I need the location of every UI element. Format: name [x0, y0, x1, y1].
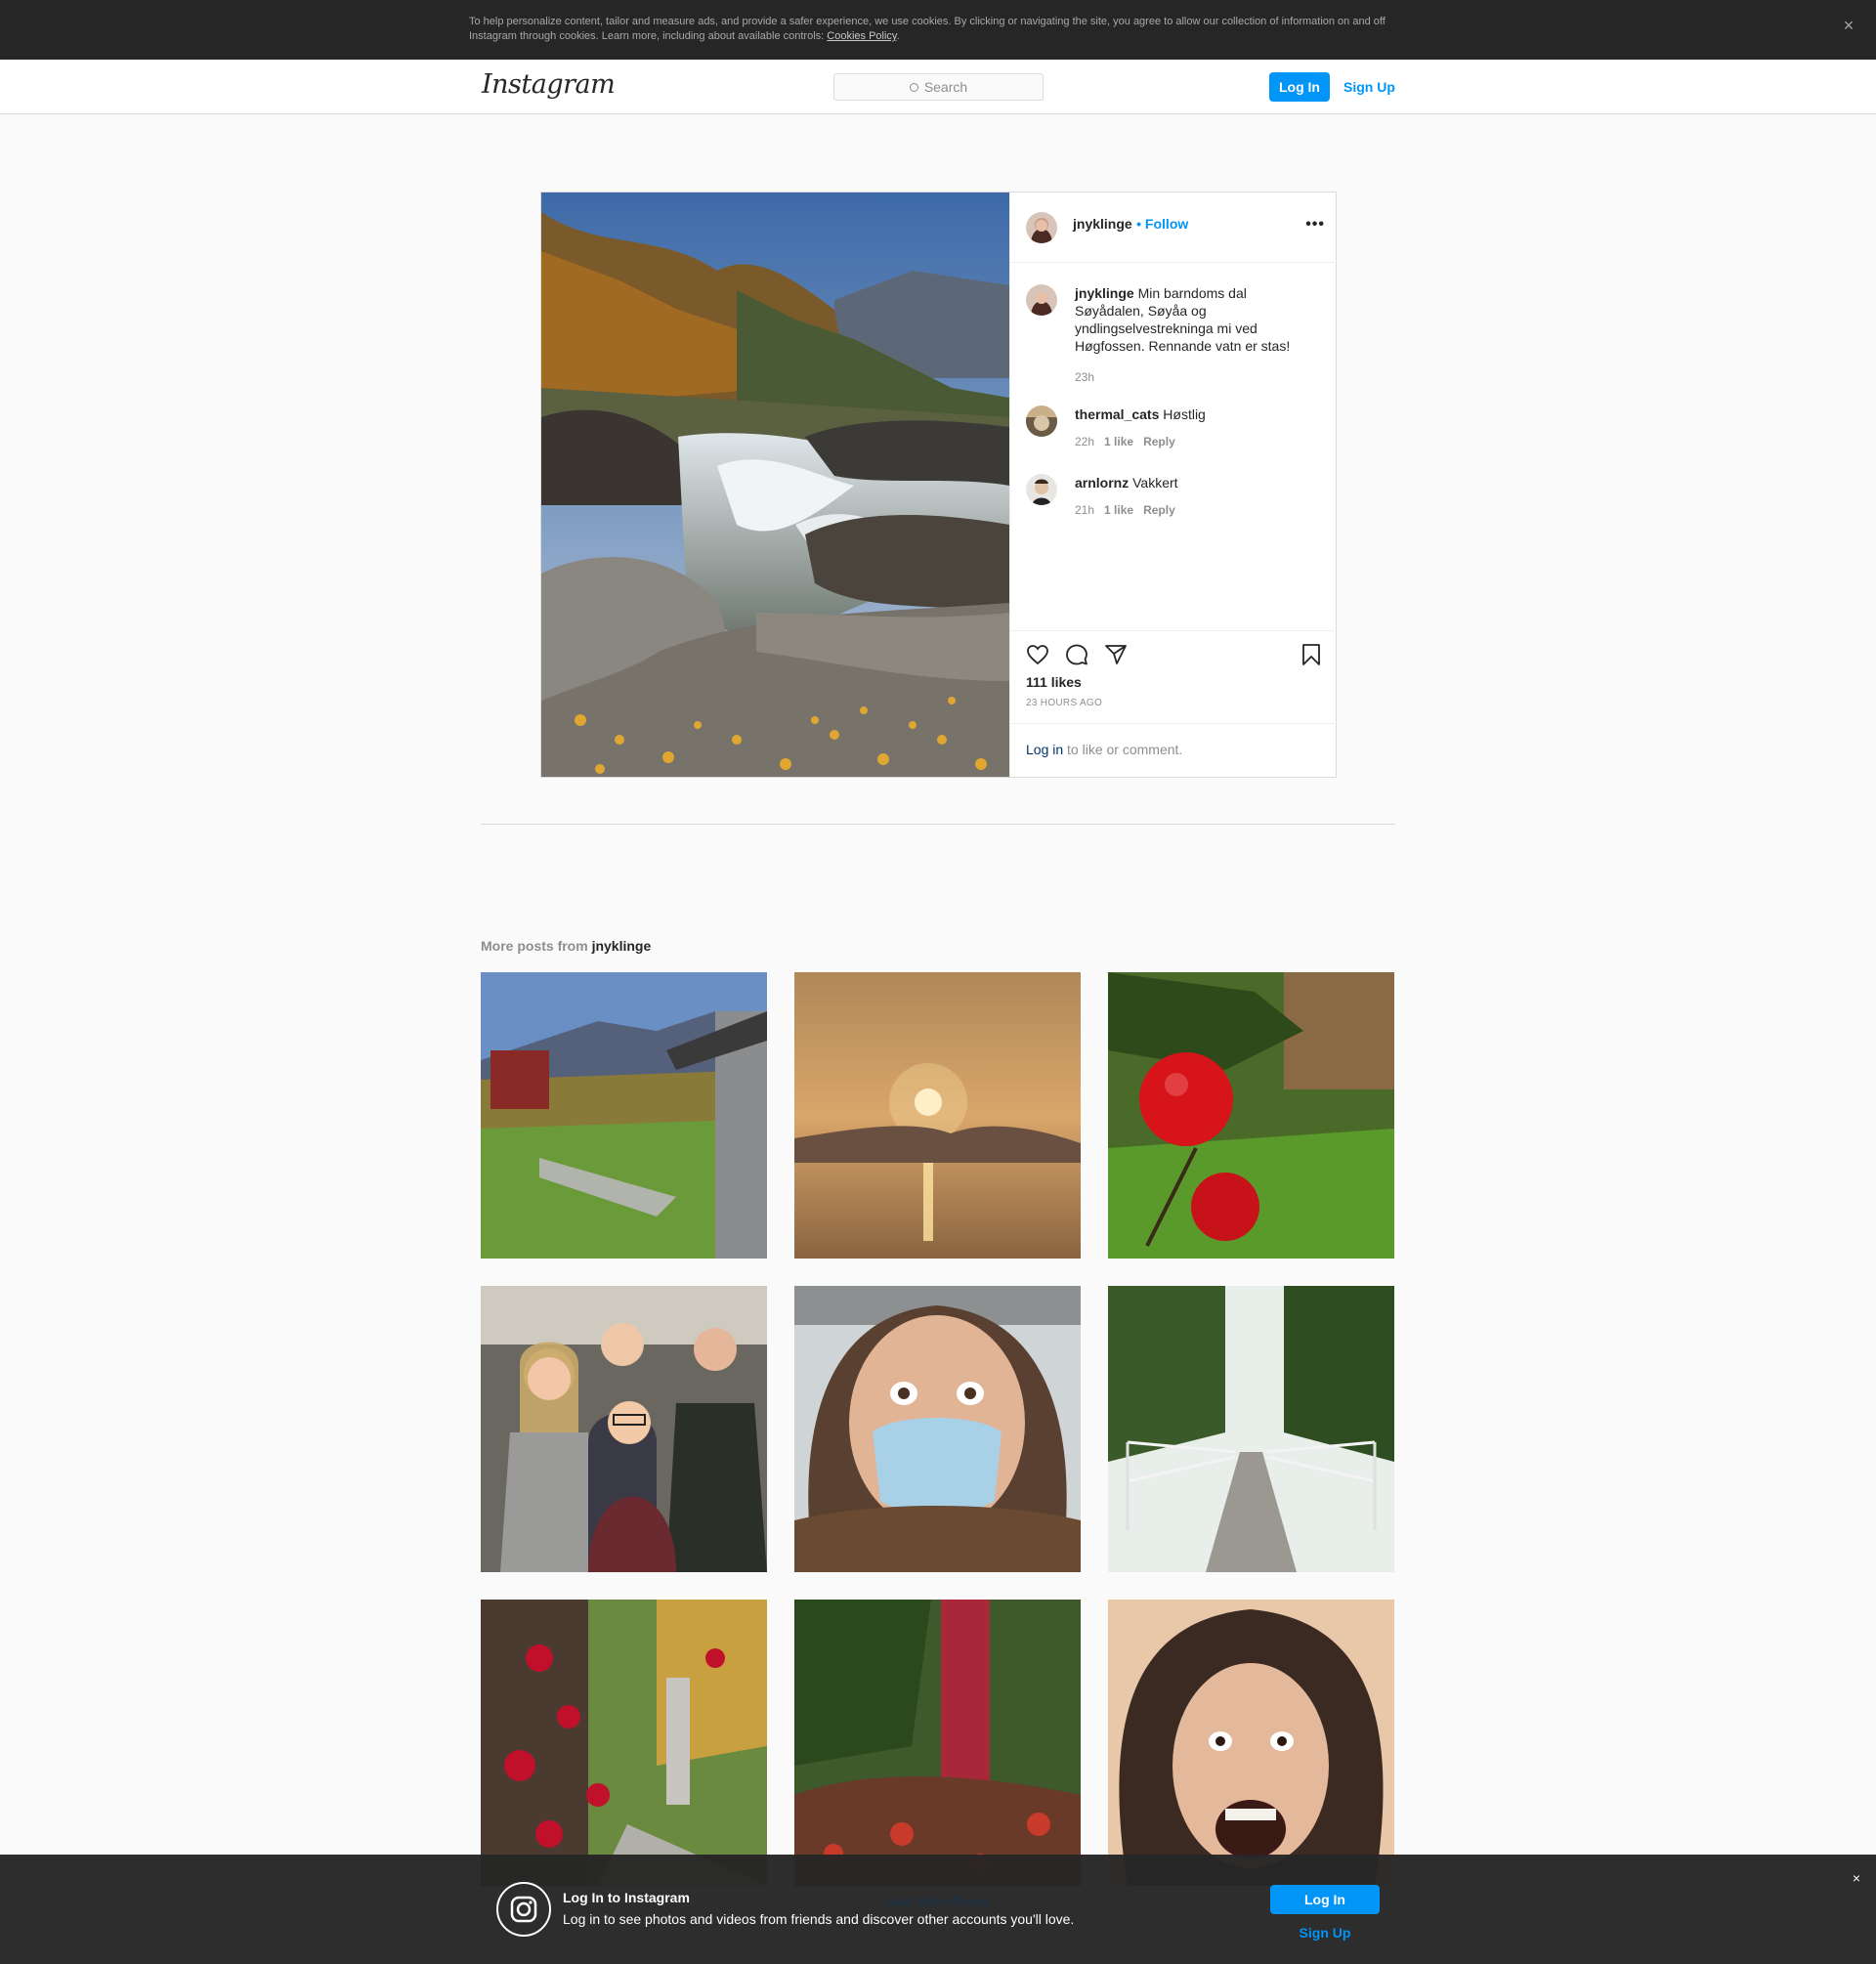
avatar-image — [1026, 406, 1057, 437]
grid-photo — [1108, 972, 1394, 1259]
grid-post[interactable] — [794, 972, 1081, 1259]
comment-meta: 22h 1 like Reply — [1075, 433, 1319, 450]
search-icon — [909, 83, 918, 92]
cookie-text: To help personalize content, tailor and … — [469, 15, 1407, 44]
close-icon[interactable]: × — [1837, 14, 1860, 37]
post-card: jnyklinge • Follow ••• jnyklinge Min bar… — [540, 192, 1337, 778]
cookies-policy-link[interactable]: Cookies Policy — [827, 30, 896, 42]
more-options-icon[interactable]: ••• — [1305, 216, 1325, 234]
login-link[interactable]: Log in — [1026, 742, 1063, 757]
grid-photo — [481, 1600, 767, 1886]
grid-post[interactable] — [1108, 1600, 1394, 1886]
comment-text: Høstlig⁣ — [1163, 406, 1206, 422]
banner-signup-link[interactable]: Sign Up — [1270, 1925, 1380, 1941]
see-more-posts-link[interactable]: See More Posts — [0, 1894, 1876, 1909]
avatar[interactable] — [1026, 406, 1057, 437]
post-header: jnyklinge • Follow ••• — [1010, 192, 1337, 263]
grid-photo — [481, 1286, 767, 1572]
cookie-message: To help personalize content, tailor and … — [469, 16, 1386, 42]
reply-button[interactable]: Reply — [1143, 503, 1175, 517]
comment-body: thermal_cats Høstlig⁣ 22h 1 like Reply — [1075, 406, 1319, 450]
grid-photo — [794, 1600, 1081, 1886]
cookie-banner: To help personalize content, tailor and … — [0, 0, 1876, 60]
comment-username[interactable]: arnlornz — [1075, 475, 1129, 491]
comment-username[interactable]: thermal_cats — [1075, 406, 1159, 422]
post-sidebar: jnyklinge • Follow ••• jnyklinge Min bar… — [1009, 192, 1337, 777]
avatar[interactable] — [1026, 212, 1057, 243]
follow-button[interactable]: • Follow — [1136, 216, 1188, 232]
banner-title: Log In to Instagram — [563, 1890, 690, 1905]
comment-icon[interactable] — [1065, 643, 1088, 666]
post-date: 23 HOURS AGO — [1026, 698, 1103, 708]
comment-time: 21h — [1075, 503, 1095, 517]
post-username[interactable]: jnyklinge — [1073, 216, 1132, 232]
instagram-camera-icon — [496, 1882, 551, 1937]
caption-username[interactable]: jnyklinge — [1075, 285, 1134, 301]
close-icon[interactable]: × — [1853, 1870, 1860, 1886]
divider — [481, 824, 1395, 825]
login-banner: See More Posts Log In to Instagram Log i… — [0, 1855, 1876, 1964]
comment-likes[interactable]: 1 like — [1104, 503, 1133, 517]
avatar-image — [1026, 212, 1057, 243]
grid-photo — [794, 1286, 1081, 1572]
grid-post[interactable] — [794, 1600, 1081, 1886]
caption-time: 23h — [1075, 370, 1095, 384]
more-posts-username[interactable]: jnyklinge — [592, 938, 652, 954]
grid-photo — [1108, 1600, 1394, 1886]
grid-post[interactable] — [481, 972, 767, 1259]
grid-photo — [1108, 1286, 1394, 1572]
grid-photo — [481, 972, 767, 1259]
login-button[interactable]: Log In — [1269, 72, 1330, 102]
comment-text: Vakkert⁣ — [1132, 475, 1178, 491]
search-placeholder: Search — [923, 79, 968, 95]
avatar-image — [1026, 284, 1057, 316]
comment-meta: 21h 1 like Reply — [1075, 501, 1319, 519]
avatar-image — [1026, 474, 1057, 505]
instagram-logo[interactable]: Instagram — [482, 69, 616, 100]
comment-likes[interactable]: 1 like — [1104, 435, 1133, 448]
search-input[interactable]: Search — [833, 73, 1044, 101]
grid-post[interactable] — [1108, 1286, 1394, 1572]
top-nav: Instagram Search Log In Sign Up — [0, 60, 1876, 114]
reply-button[interactable]: Reply — [1143, 435, 1175, 448]
river-photo — [541, 192, 1009, 777]
share-icon[interactable] — [1104, 643, 1128, 666]
avatar[interactable] — [1026, 474, 1057, 505]
post-photo[interactable] — [541, 192, 1009, 777]
grid-post[interactable] — [1108, 972, 1394, 1259]
grid-post[interactable] — [481, 1600, 767, 1886]
post-actions: 111 likes 23 HOURS AGO Log in to like or… — [1010, 630, 1337, 777]
banner-login-button[interactable]: Log In — [1270, 1885, 1380, 1914]
banner-text: Log in to see photos and videos from fri… — [563, 1911, 1075, 1927]
more-posts-title: More posts from jnyklinge — [481, 938, 651, 954]
bookmark-icon[interactable] — [1300, 643, 1323, 666]
likes-count[interactable]: 111 likes — [1026, 674, 1082, 690]
camera-glyph — [510, 1896, 537, 1923]
cookie-end: . — [896, 30, 900, 42]
heart-icon[interactable] — [1026, 643, 1049, 666]
comment-body: arnlornz Vakkert⁣ 21h 1 like Reply — [1075, 474, 1319, 519]
grid-post[interactable] — [481, 1286, 767, 1572]
more-posts-prefix: More posts from — [481, 938, 592, 954]
grid-post[interactable] — [794, 1286, 1081, 1572]
login-to-comment: Log in to like or comment. — [1010, 723, 1337, 778]
login-rest-text: to like or comment. — [1063, 742, 1183, 757]
signup-link[interactable]: Sign Up — [1343, 72, 1395, 102]
caption-body: jnyklinge Min barndoms dal⁣ Søyådalen, S… — [1075, 284, 1319, 386]
grid-photo — [794, 972, 1081, 1259]
avatar[interactable] — [1026, 284, 1057, 316]
comment-time: 22h — [1075, 435, 1095, 448]
